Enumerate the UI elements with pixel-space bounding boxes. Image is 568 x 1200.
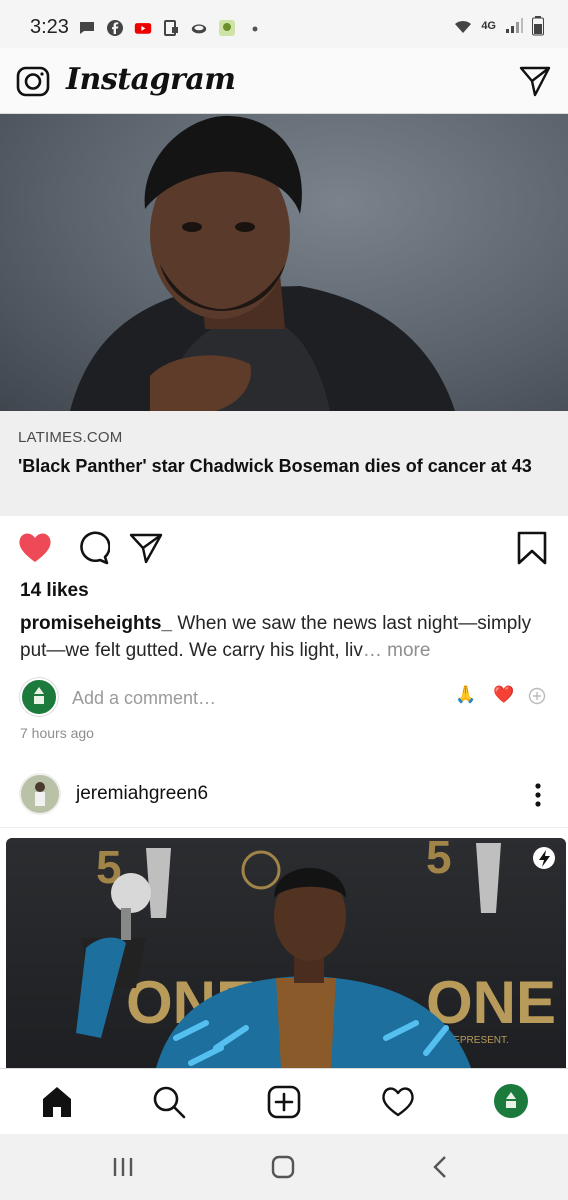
signal-icon bbox=[506, 18, 523, 33]
heart-reaction-button[interactable]: ❤️ bbox=[493, 685, 514, 705]
cloud-notification-icon bbox=[191, 24, 207, 34]
svg-text:5: 5 bbox=[426, 838, 452, 883]
avatar-photo-icon bbox=[21, 775, 59, 813]
back-icon[interactable] bbox=[428, 1154, 454, 1180]
pray-reaction-button[interactable]: 🙏 bbox=[455, 685, 476, 705]
portrait-illustration bbox=[70, 115, 455, 411]
add-reaction-icon[interactable] bbox=[528, 687, 546, 705]
share-icon[interactable] bbox=[128, 530, 164, 566]
avatar-notification-icon bbox=[219, 20, 235, 36]
heart-filled-icon[interactable] bbox=[17, 530, 53, 566]
add-comment-row: Add a comment… 🙏 ❤️ bbox=[0, 676, 568, 720]
battery-icon bbox=[532, 16, 544, 36]
post-actions bbox=[0, 526, 568, 574]
award-photo-illustration: ONE ONE REPRESENT. 5 5 bbox=[76, 838, 556, 1068]
direct-send-icon[interactable] bbox=[518, 64, 552, 98]
app-header: Instagram bbox=[0, 48, 568, 114]
more-options-icon[interactable] bbox=[534, 782, 542, 808]
caption-username[interactable]: promiseheights_ bbox=[20, 613, 172, 634]
link-source: LATIMES.COM bbox=[18, 429, 123, 446]
search-icon[interactable] bbox=[152, 1085, 186, 1119]
recents-icon[interactable] bbox=[110, 1154, 136, 1180]
add-comment-input[interactable]: Add a comment… bbox=[72, 688, 216, 709]
link-title: 'Black Panther' star Chadwick Boseman di… bbox=[18, 456, 532, 476]
link-preview-photo[interactable] bbox=[0, 114, 568, 411]
home-circle-icon[interactable] bbox=[270, 1154, 296, 1180]
more-notifications-dot-icon bbox=[252, 26, 258, 32]
post-username[interactable]: jeremiahgreen6 bbox=[76, 783, 208, 805]
app-notification-icon bbox=[164, 20, 178, 36]
post-header: jeremiahgreen6 bbox=[0, 764, 568, 828]
message-notification-icon bbox=[80, 22, 94, 34]
network-type: 4G bbox=[481, 20, 496, 32]
likes-count[interactable]: 14 likes bbox=[20, 580, 89, 602]
avatar[interactable] bbox=[20, 678, 58, 716]
system-status: 4G bbox=[453, 16, 544, 36]
avatar[interactable] bbox=[19, 773, 61, 815]
activity-heart-icon[interactable] bbox=[381, 1085, 415, 1119]
instagram-wordmark: Instagram bbox=[66, 62, 236, 97]
notification-icons bbox=[78, 18, 264, 38]
comment-icon[interactable] bbox=[74, 530, 110, 566]
caption-more-link[interactable]: … more bbox=[363, 640, 431, 661]
post-caption: promiseheights_ When we saw the news las… bbox=[20, 610, 550, 664]
camera-icon[interactable] bbox=[16, 64, 50, 98]
post-photo[interactable]: ONE ONE REPRESENT. 5 5 bbox=[6, 838, 566, 1068]
system-navigation-bar bbox=[0, 1134, 568, 1200]
youtube-notification-icon bbox=[134, 23, 152, 34]
logo-icon bbox=[34, 687, 44, 704]
new-post-icon[interactable] bbox=[267, 1085, 301, 1119]
post-timestamp: 7 hours ago bbox=[20, 725, 94, 741]
facebook-notification-icon bbox=[107, 20, 123, 36]
wifi-icon bbox=[455, 20, 472, 33]
status-bar: 3:23 4G bbox=[0, 0, 568, 48]
profile-avatar[interactable] bbox=[494, 1084, 528, 1118]
profile-logo-icon bbox=[506, 1092, 516, 1108]
link-preview-card[interactable]: LATIMES.COM 'Black Panther' star Chadwic… bbox=[0, 411, 568, 516]
home-icon[interactable] bbox=[40, 1085, 74, 1119]
bookmark-icon[interactable] bbox=[514, 530, 550, 566]
bottom-navigation bbox=[0, 1068, 568, 1134]
status-time: 3:23 bbox=[30, 16, 69, 38]
